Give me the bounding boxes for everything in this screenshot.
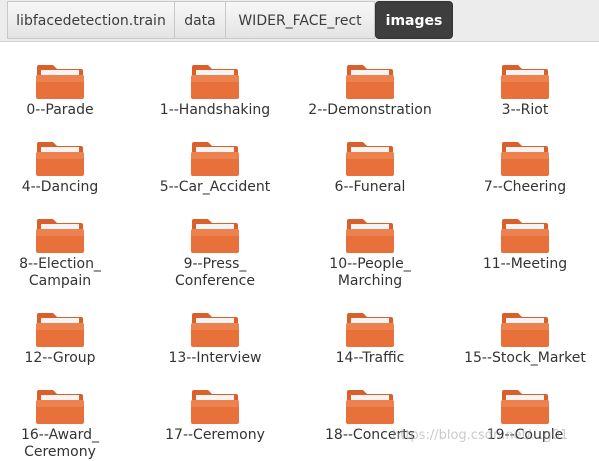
breadcrumb-data[interactable]: data (174, 1, 226, 39)
folder-label: 11--Meeting (482, 256, 568, 272)
folder-item[interactable]: 10--People_ Marching (295, 214, 445, 290)
folder-item[interactable]: 11--Meeting (450, 214, 599, 273)
folder-label: 12--Group (24, 350, 96, 366)
folder-icon (501, 390, 549, 424)
folder-item[interactable]: 7--Cheering (450, 137, 599, 196)
path-bar: libfacedetection.train data WIDER_FACE_r… (0, 0, 599, 42)
folder-icon (346, 142, 394, 176)
folder-item[interactable]: 6--Funeral (295, 137, 445, 196)
folder-label: 9--Press_ Conference (174, 256, 255, 289)
folder-icon (346, 390, 394, 424)
folder-label: 2--Demonstration (308, 102, 432, 118)
folder-grid: 0--Parade 1--Handshaking 2--Demonstration 3… (0, 42, 599, 460)
folder-item[interactable]: 17--Ceremony (140, 385, 290, 444)
folder-icon (36, 313, 84, 347)
folder-label: 0--Parade (26, 102, 94, 118)
folder-label: 17--Ceremony (165, 427, 265, 443)
folder-label: 8--Election_ Campain (19, 256, 101, 289)
folder-label: 5--Car_Accident (159, 179, 271, 195)
folder-label: 3--Riot (501, 102, 549, 118)
folder-icon (191, 142, 239, 176)
folder-icon (501, 219, 549, 253)
folder-item[interactable]: 3--Riot (450, 60, 599, 119)
folder-icon (501, 142, 549, 176)
folder-item[interactable]: 8--Election_ Campain (0, 214, 135, 290)
watermark-text: https://blog.csdn.net/...g01 (392, 428, 569, 443)
folder-label: 7--Cheering (483, 179, 567, 195)
folder-item[interactable]: 0--Parade (0, 60, 135, 119)
folder-label: 13--Interview (168, 350, 262, 366)
folder-item[interactable]: 2--Demonstration (295, 60, 445, 119)
folder-item[interactable]: 1--Handshaking (140, 60, 290, 119)
folder-icon (501, 313, 549, 347)
folder-icon (36, 390, 84, 424)
folder-item[interactable]: 15--Stock_Market (450, 308, 599, 367)
folder-item[interactable]: 14--Traffic (295, 308, 445, 367)
folder-label: 15--Stock_Market (464, 350, 586, 366)
folder-icon (346, 219, 394, 253)
folder-item[interactable]: 5--Car_Accident (140, 137, 290, 196)
folder-label: 4--Dancing (21, 179, 99, 195)
folder-icon (36, 65, 84, 99)
breadcrumb-wider-face-rect[interactable]: WIDER_FACE_rect (225, 1, 375, 39)
folder-icon (191, 313, 239, 347)
folder-icon (36, 219, 84, 253)
folder-item[interactable]: 12--Group (0, 308, 135, 367)
folder-icon (501, 65, 549, 99)
folder-label: 14--Traffic (335, 350, 405, 366)
folder-icon (191, 65, 239, 99)
folder-item[interactable]: 9--Press_ Conference (140, 214, 290, 290)
breadcrumb-images[interactable]: images (375, 1, 453, 39)
folder-item[interactable]: 16--Award_ Ceremony (0, 385, 135, 461)
folder-label: 1--Handshaking (159, 102, 271, 118)
folder-label: 6--Funeral (334, 179, 406, 195)
folder-icon (191, 390, 239, 424)
folder-item[interactable]: 4--Dancing (0, 137, 135, 196)
folder-icon (36, 142, 84, 176)
breadcrumb-libfacedetection-train[interactable]: libfacedetection.train (7, 1, 175, 39)
folder-icon (191, 219, 239, 253)
folder-label: 10--People_ Marching (329, 256, 411, 289)
folder-icon (346, 313, 394, 347)
folder-icon (346, 65, 394, 99)
folder-item[interactable]: 13--Interview (140, 308, 290, 367)
